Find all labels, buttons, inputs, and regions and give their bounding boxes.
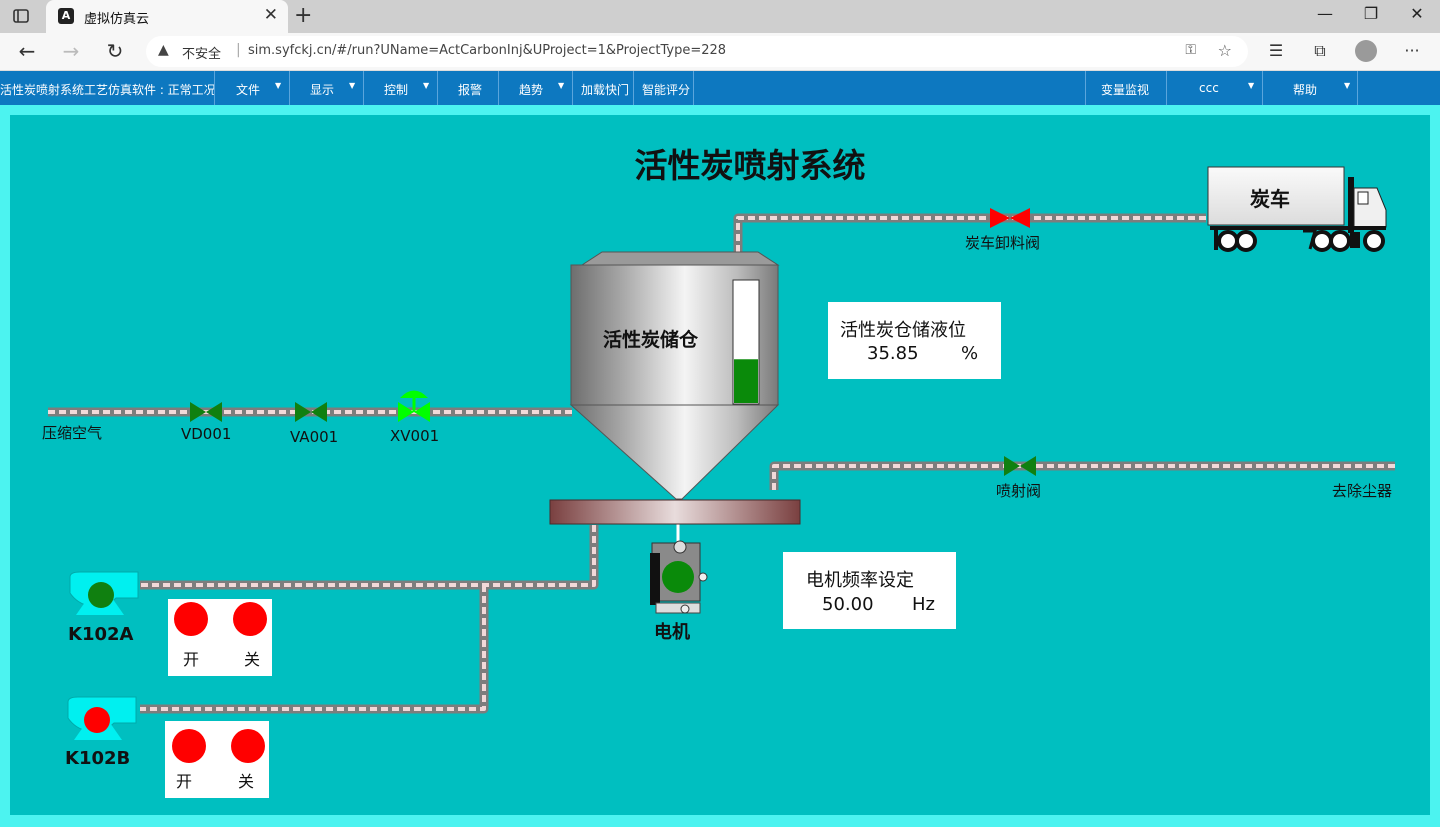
va001-label: VA001	[290, 428, 339, 446]
app-menu-bar: 活性炭喷射系统工艺仿真软件 : 正常工况 文件 ▼ 显示 ▼ 控制 ▼ 报警 趋势 ▼ …	[0, 71, 1440, 105]
chevron-down-icon: ▼	[275, 81, 282, 90]
off-label: 关	[244, 650, 261, 669]
menu-label: 变量监视	[1101, 83, 1150, 97]
warning-icon: ▲	[158, 42, 169, 58]
fan-k102b-icon[interactable]	[67, 696, 137, 740]
menu-smart-score[interactable]: 智能评分	[633, 71, 694, 105]
restore-icon[interactable]: ❐	[1348, 4, 1394, 23]
url-text[interactable]: sim.syfckj.cn/#/run?UName=ActCarbonInj&U…	[248, 43, 726, 58]
close-tab-icon[interactable]: ✕	[264, 5, 278, 25]
fan-k102a-label: K102A	[68, 624, 134, 645]
menu-label: 报警	[458, 83, 483, 97]
menu-label: ccc	[1199, 81, 1219, 95]
frequency-unit: Hz	[912, 594, 935, 615]
chevron-down-icon: ▼	[423, 81, 430, 90]
url-separator: |	[236, 42, 241, 58]
spray-valve-label: 喷射阀	[996, 482, 1042, 500]
silo-level-panel: 活性炭仓储液位 35.85 %	[828, 302, 1001, 379]
fan-k102a-on-button[interactable]	[174, 602, 208, 636]
frequency-panel-title: 电机频率设定	[806, 570, 914, 591]
chevron-down-icon: ▼	[1344, 81, 1351, 90]
compressed-air-label: 压缩空气	[42, 424, 103, 442]
level-value: 35.85	[867, 343, 919, 364]
truck-unload-valve[interactable]	[990, 208, 1030, 228]
vd001-valve[interactable]	[190, 402, 222, 422]
collections-icon[interactable]: ⧉	[1306, 41, 1334, 61]
fan-k102b-controls: 开 关	[165, 721, 269, 798]
favorites-icon[interactable]: ☰	[1262, 41, 1290, 60]
forward-icon[interactable]: →	[56, 39, 86, 63]
tab-title: 虚拟仿真云	[84, 12, 150, 27]
off-label: 关	[238, 772, 255, 791]
menu-help[interactable]: 帮助 ▼	[1262, 71, 1358, 105]
menu-label: 显示	[310, 83, 335, 97]
fan-k102a-controls: 开 关	[168, 599, 272, 676]
menu-user[interactable]: ccc ▼	[1166, 71, 1262, 105]
menu-load-snapshot[interactable]: 加载快门	[572, 71, 633, 105]
process-diagram	[48, 166, 1395, 740]
key-icon[interactable]: ⚿	[1185, 42, 1196, 58]
menu-alarm[interactable]: 报警	[437, 71, 498, 105]
silo-level-fill	[734, 359, 758, 403]
new-tab-icon[interactable]: +	[294, 3, 312, 28]
silo-label: 活性炭储仓	[603, 329, 699, 351]
menu-label: 帮助	[1293, 83, 1318, 97]
motor-label: 电机	[654, 622, 690, 643]
chevron-down-icon: ▼	[1248, 81, 1255, 90]
bottom-strip	[0, 822, 1440, 827]
frequency-value[interactable]: 50.00	[822, 594, 874, 615]
angular-icon: A	[58, 8, 74, 24]
refresh-icon[interactable]: ↻	[100, 39, 130, 63]
address-bar-row: ← → ↻ ▲ 不安全 | sim.syfckj.cn/#/run?UName=…	[0, 33, 1440, 71]
motor-icon[interactable]	[650, 540, 708, 614]
add-favorite-icon[interactable]: ☆	[1218, 41, 1232, 60]
avatar[interactable]	[1355, 40, 1377, 62]
menu-label: 智能评分	[642, 83, 691, 97]
menu-label: 控制	[384, 83, 409, 97]
insecure-label: 不安全	[182, 47, 222, 62]
more-icon[interactable]: ···	[1398, 41, 1426, 60]
va001-valve[interactable]	[295, 402, 327, 422]
browser-tab[interactable]: A 虚拟仿真云 ✕	[46, 0, 288, 33]
menu-variable-monitor[interactable]: 变量监视	[1085, 71, 1166, 105]
dust-collector-label: 去除尘器	[1332, 482, 1393, 500]
silo-flange	[549, 499, 801, 525]
chevron-down-icon: ▼	[558, 81, 565, 90]
menu-display[interactable]: 显示 ▼	[289, 71, 363, 105]
chevron-down-icon: ▼	[349, 81, 356, 90]
truck-label: 炭车	[1250, 187, 1290, 211]
on-label: 开	[183, 650, 200, 669]
menu-control[interactable]: 控制 ▼	[363, 71, 437, 105]
carbon-silo	[569, 251, 780, 500]
menu-label: 加载快门	[581, 83, 630, 97]
canvas-frame: 活性炭喷射系统 炭车 炭车卸料阀 活性炭储仓 压缩空气 VD001 VA001 …	[0, 105, 1440, 827]
menu-trend[interactable]: 趋势 ▼	[498, 71, 572, 105]
fan-k102b-off-button[interactable]	[231, 729, 265, 763]
xv001-label: XV001	[390, 427, 440, 445]
fan-k102a-icon[interactable]	[69, 571, 139, 615]
fan-k102b-on-button[interactable]	[172, 729, 206, 763]
motor-frequency-panel[interactable]: 电机频率设定 50.00 Hz	[783, 552, 956, 629]
fan-k102a-off-button[interactable]	[233, 602, 267, 636]
tab-actions-icon[interactable]	[12, 7, 30, 25]
menu-label: 趋势	[519, 83, 544, 97]
back-icon[interactable]: ←	[12, 39, 42, 63]
level-panel-title: 活性炭仓储液位	[840, 320, 966, 341]
menu-label: 文件	[236, 83, 261, 97]
level-unit: %	[961, 343, 979, 364]
browser-tab-bar: A 虚拟仿真云 ✕ + — ❐ ✕	[0, 0, 1440, 33]
minimize-icon[interactable]: —	[1302, 4, 1348, 23]
fan-k102b-label: K102B	[65, 748, 131, 769]
on-label: 开	[176, 772, 193, 791]
menu-file[interactable]: 文件 ▼	[214, 71, 289, 105]
xv001-valve[interactable]	[398, 390, 430, 423]
url-field[interactable]: ▲ 不安全 | sim.syfckj.cn/#/run?UName=ActCar…	[146, 36, 1248, 67]
vd001-label: VD001	[181, 425, 232, 443]
spray-valve[interactable]	[1004, 456, 1036, 476]
truck-unload-valve-label: 炭车卸料阀	[965, 234, 1041, 252]
app-title: 活性炭喷射系统工艺仿真软件 : 正常工况	[0, 83, 214, 97]
process-canvas: 活性炭喷射系统 炭车 炭车卸料阀 活性炭储仓 压缩空气 VD001 VA001 …	[10, 115, 1430, 815]
close-window-icon[interactable]: ✕	[1394, 4, 1440, 23]
page-title: 活性炭喷射系统	[634, 146, 866, 185]
